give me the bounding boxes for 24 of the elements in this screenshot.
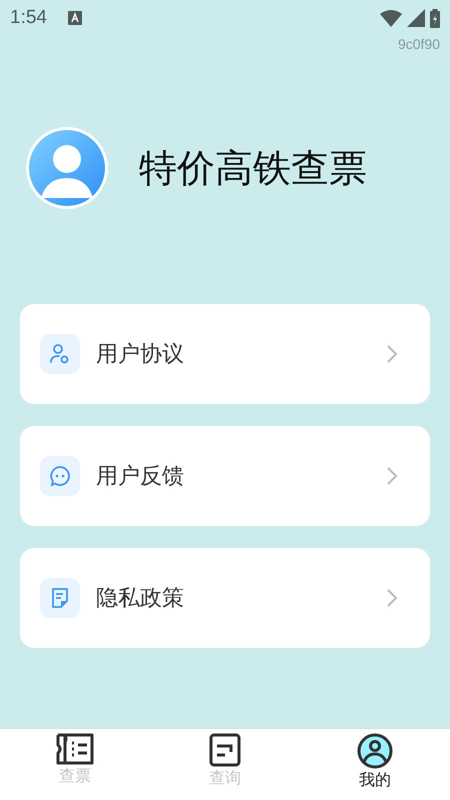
ticket-icon <box>56 733 94 765</box>
build-tag: 9c0f90 <box>398 36 440 52</box>
chevron-icon <box>386 344 398 364</box>
wifi-icon <box>380 10 402 26</box>
app-title: 特价高铁查票 <box>139 144 367 192</box>
profile-icon <box>357 733 393 769</box>
nav-tab[interactable]: 我的 <box>300 729 450 800</box>
document-icon <box>50 587 70 609</box>
menu-label: 隐私政策 <box>96 585 185 613</box>
menu-item[interactable]: 用户协议 <box>20 304 430 404</box>
chat-icon <box>49 465 71 487</box>
menu-label: 用户反馈 <box>96 463 185 491</box>
avatar-icon <box>25 126 109 210</box>
menu-item[interactable]: 用户反馈 <box>20 426 430 526</box>
menu-item[interactable]: 隐私政策 <box>20 548 430 648</box>
user-icon <box>49 343 71 365</box>
battery-icon <box>430 8 440 28</box>
chevron-icon <box>386 466 398 486</box>
menu-label: 用户协议 <box>96 341 185 369</box>
keyboard-icon <box>68 11 82 25</box>
chevron-icon <box>386 588 398 608</box>
signal-icon <box>407 9 425 27</box>
clock-time: 1:54 <box>10 7 47 29</box>
document-icon <box>209 733 241 767</box>
